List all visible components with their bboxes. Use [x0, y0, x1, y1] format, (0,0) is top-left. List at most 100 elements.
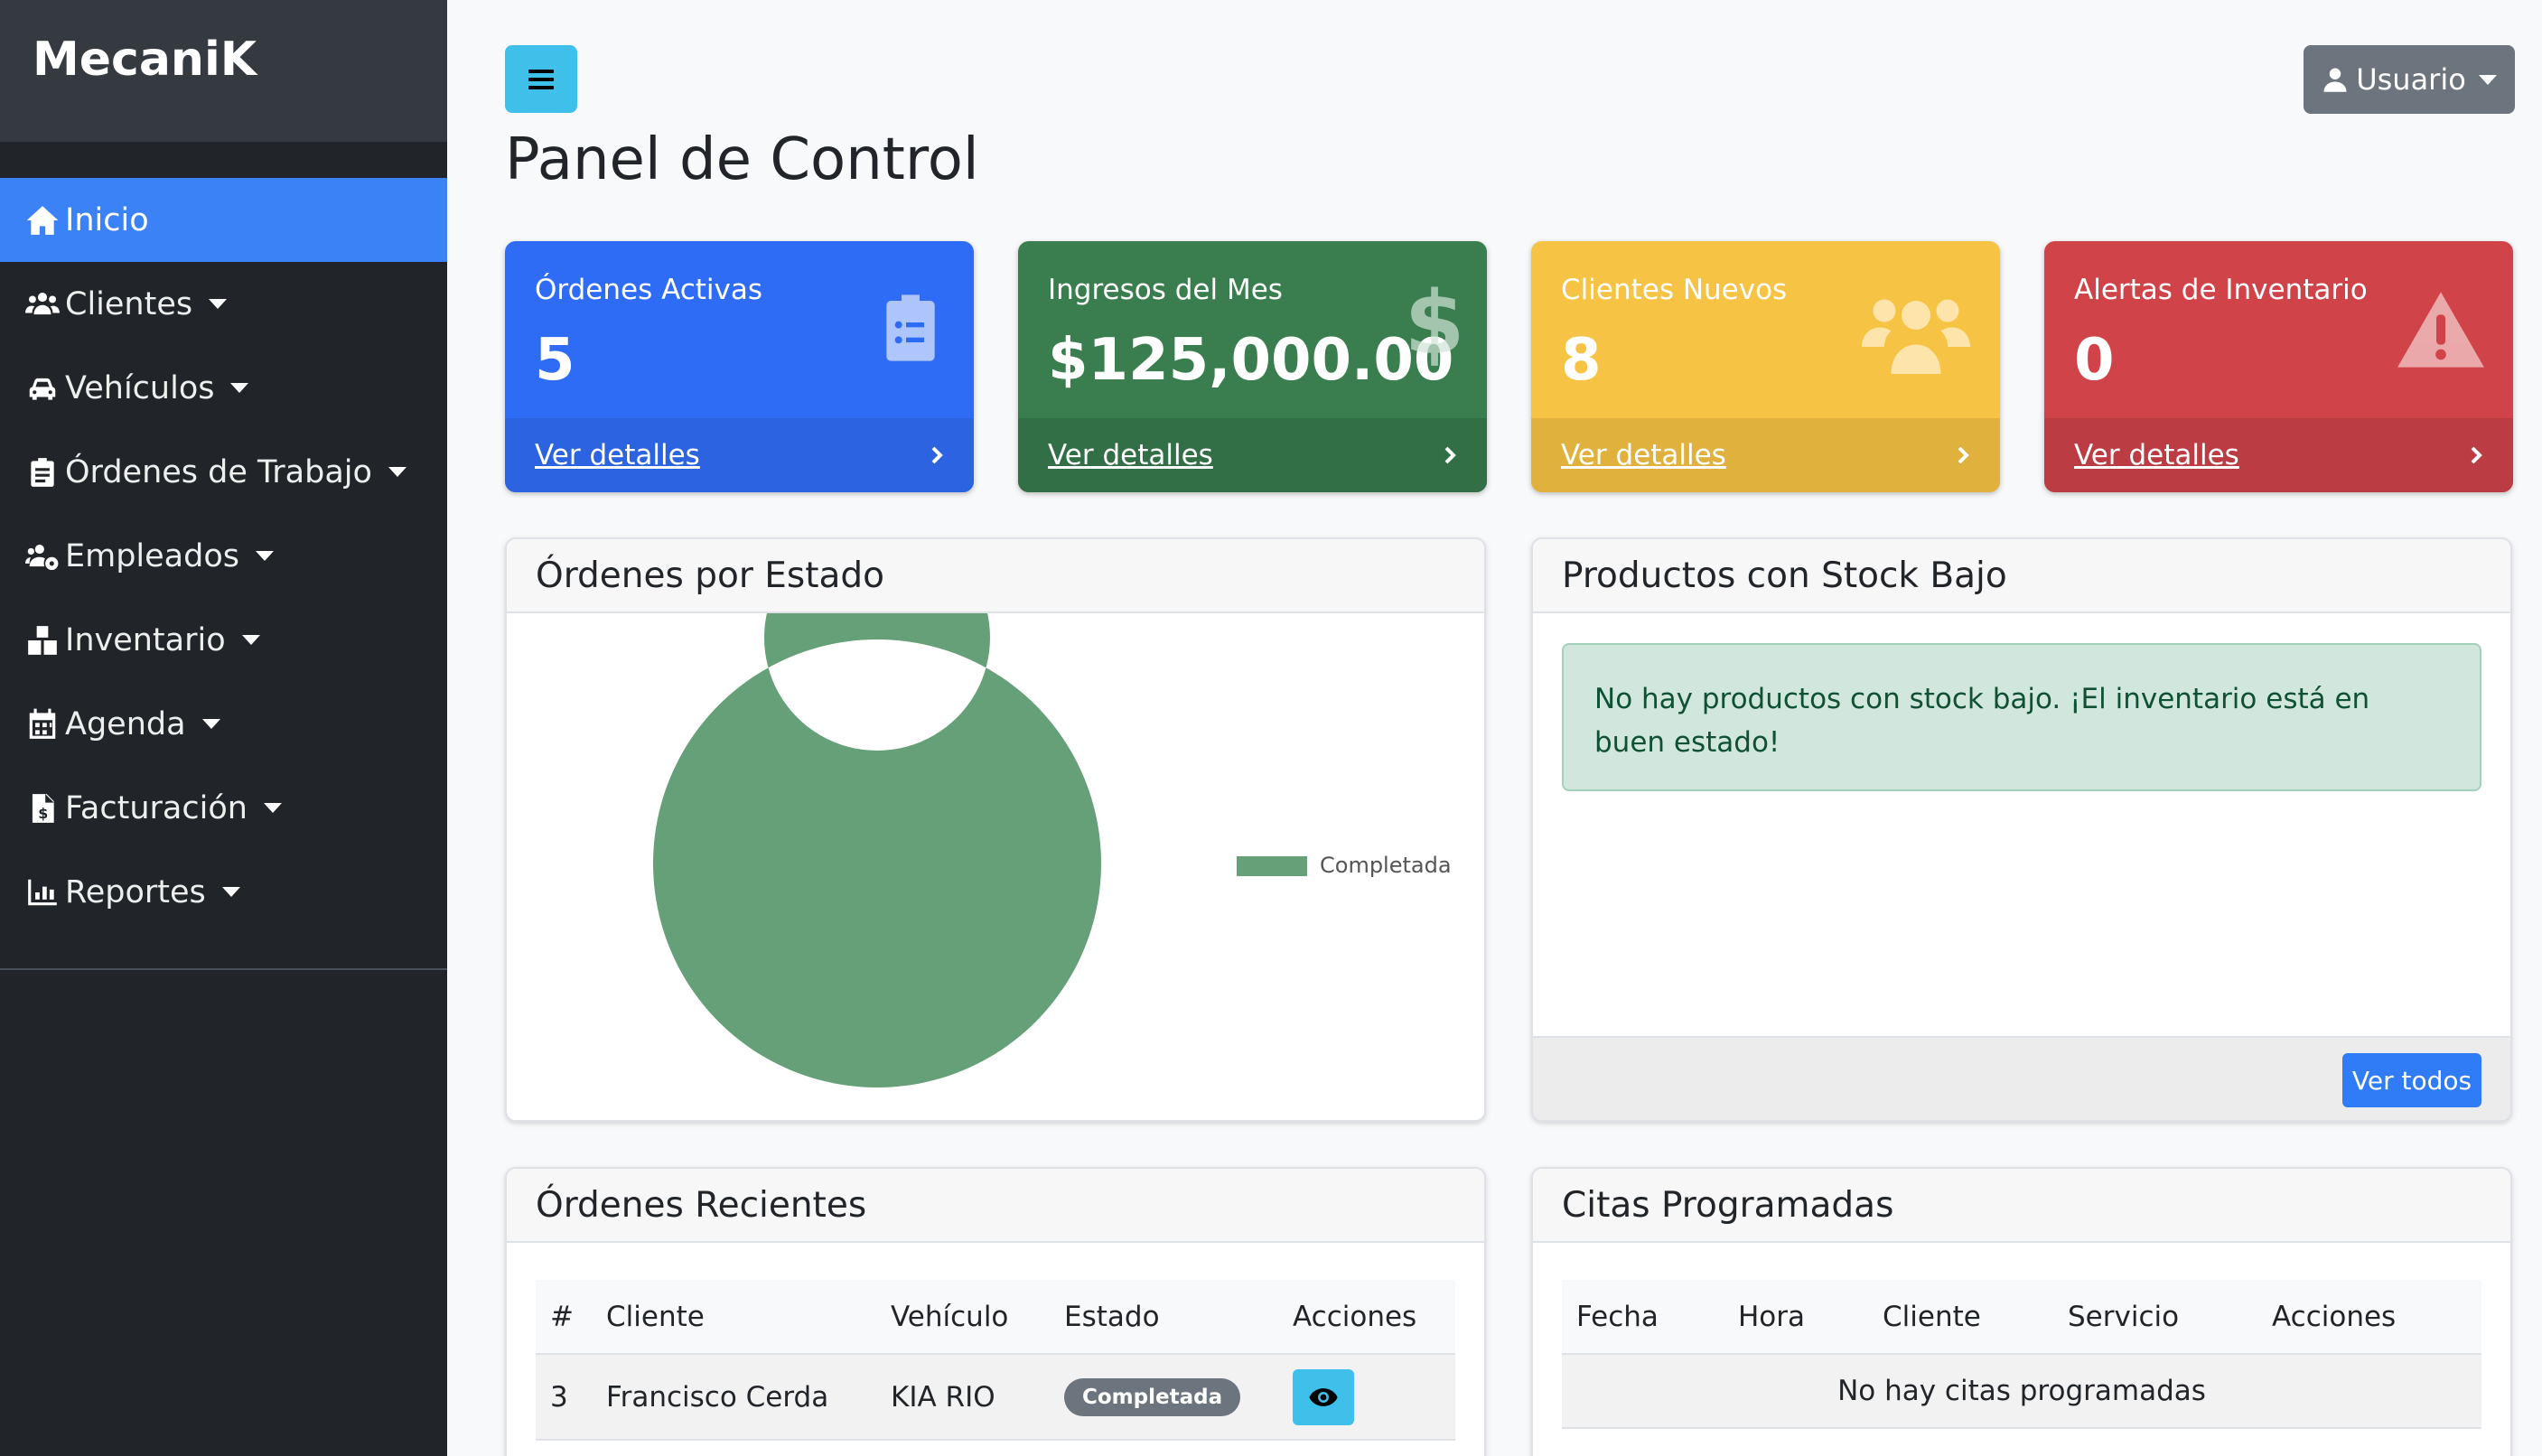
users-icon — [1861, 288, 1971, 382]
brand-logo[interactable]: MecaniK — [0, 0, 447, 142]
chevron-down-icon — [2478, 74, 2497, 85]
appointments-table: Fecha Hora Cliente Servicio Acciones No … — [1562, 1280, 2481, 1429]
car-icon — [22, 371, 63, 406]
column-header: Acciones — [1278, 1280, 1455, 1355]
stat-card-inventory-alerts: Alertas de Inventario 0 Ver detalles — [2044, 241, 2513, 492]
sidebar-item-agenda[interactable]: Agenda — [0, 682, 447, 766]
table-header-row: # Cliente Vehículo Estado Acciones — [536, 1280, 1455, 1355]
sidebar-item-inicio[interactable]: Inicio — [0, 178, 447, 262]
stat-value: 8 — [1561, 327, 1602, 394]
stat-value: 5 — [535, 327, 575, 394]
chevron-down-icon — [241, 635, 260, 645]
chevron-right-icon — [2471, 446, 2482, 464]
table-header-row: Fecha Hora Cliente Servicio Acciones — [1562, 1280, 2481, 1355]
user-menu-label: Usuario — [2356, 62, 2466, 97]
legend-swatch[interactable] — [1237, 856, 1307, 876]
card-title: Citas Programadas — [1533, 1169, 2510, 1243]
main-content: Usuario Panel de Control Órdenes Activas… — [447, 0, 2542, 1456]
status-badge: Completada — [1064, 1377, 1241, 1416]
stat-footer: Ver detalles — [1018, 418, 1487, 492]
calendar-icon — [22, 707, 63, 742]
low-stock-card: Productos con Stock Bajo No hay producto… — [1531, 537, 2512, 1122]
card-title: Productos con Stock Bajo — [1533, 539, 2510, 613]
column-header: Fecha — [1562, 1280, 1724, 1355]
warning-icon — [2396, 288, 2486, 375]
view-details-link[interactable]: Ver detalles — [1048, 439, 1213, 471]
empty-appointments-message: No hay citas programadas — [1562, 1354, 2481, 1429]
chevron-down-icon — [230, 383, 249, 393]
sidebar-item-empleados[interactable]: Empleados — [0, 514, 447, 598]
users-icon — [22, 287, 63, 322]
user-icon — [2323, 68, 2347, 92]
sidebar-item-clientes[interactable]: Clientes — [0, 262, 447, 346]
recent-orders-card: Órdenes Recientes # Cliente Vehículo Est… — [505, 1167, 1486, 1456]
stat-card-new-clients: Clientes Nuevos 8 Ver detalles — [1531, 241, 2000, 492]
view-details-link[interactable]: Ver detalles — [2074, 439, 2239, 471]
sidebar-item-label: Órdenes de Trabajo — [65, 453, 372, 490]
stat-label: Alertas de Inventario — [2074, 274, 2368, 306]
svg-text:$: $ — [1406, 277, 1463, 371]
sidebar-item-label: Reportes — [65, 873, 206, 910]
sidebar-item-label: Inicio — [65, 201, 149, 238]
clipboard-list-icon — [874, 285, 947, 375]
chevron-right-icon — [931, 446, 943, 464]
order-actions-cell — [1278, 1354, 1455, 1441]
stat-footer: Ver detalles — [1531, 418, 2000, 492]
stat-label: Clientes Nuevos — [1561, 274, 1788, 306]
legend-label[interactable]: Completada — [1320, 853, 1452, 878]
stat-label: Ingresos del Mes — [1048, 274, 1283, 306]
sidebar-item-facturacion[interactable]: $ Facturación — [0, 766, 447, 850]
column-header: Servicio — [2053, 1280, 2257, 1355]
column-header: Acciones — [2257, 1280, 2481, 1355]
sidebar-item-ordenes-de-trabajo[interactable]: Órdenes de Trabajo — [0, 430, 447, 514]
column-header: # — [536, 1280, 592, 1355]
view-order-button[interactable] — [1293, 1368, 1354, 1425]
sidebar-item-label: Inventario — [65, 621, 226, 658]
eye-icon — [1309, 1387, 1338, 1406]
user-menu-button[interactable]: Usuario — [2304, 45, 2515, 114]
chevron-right-icon — [1958, 446, 1969, 464]
order-id: 3 — [536, 1354, 592, 1441]
table-row: 3 Francisco Cerda KIA RIO Completada — [536, 1354, 1455, 1441]
column-header: Vehículo — [876, 1280, 1050, 1355]
column-header: Estado — [1050, 1280, 1278, 1355]
sidebar-item-inventario[interactable]: Inventario — [0, 598, 447, 682]
appointments-card: Citas Programadas Fecha Hora Cliente Ser… — [1531, 1167, 2512, 1456]
view-details-link[interactable]: Ver detalles — [535, 439, 700, 471]
sidebar-item-label: Empleados — [65, 537, 239, 574]
order-client: Francisco Cerda — [592, 1354, 876, 1441]
view-all-button[interactable]: Ver todos — [2342, 1053, 2481, 1107]
recent-orders-table: # Cliente Vehículo Estado Acciones 3 Fra… — [536, 1280, 1455, 1441]
page-title: Panel de Control — [505, 126, 979, 193]
order-vehicle: KIA RIO — [876, 1354, 1050, 1441]
chevron-down-icon — [256, 551, 274, 561]
chevron-down-icon — [221, 887, 240, 897]
view-details-link[interactable]: Ver detalles — [1561, 439, 1726, 471]
column-header: Cliente — [1868, 1280, 2053, 1355]
card-title: Órdenes por Estado — [507, 539, 1484, 613]
sidebar-item-reportes[interactable]: Reportes — [0, 850, 447, 934]
table-row: No hay citas programadas — [1562, 1354, 2481, 1429]
sidebar-item-label: Agenda — [65, 705, 186, 742]
column-header: Cliente — [592, 1280, 876, 1355]
stat-value: 0 — [2074, 327, 2115, 394]
boxes-icon — [22, 623, 63, 658]
sidebar: MecaniK Inicio Clientes Vehículos Órdene… — [0, 0, 447, 1456]
clipboard-icon — [22, 455, 63, 490]
card-title: Órdenes Recientes — [507, 1169, 1484, 1243]
sidebar-item-vehiculos[interactable]: Vehículos — [0, 346, 447, 430]
stat-card-active-orders: Órdenes Activas 5 Ver detalles — [505, 241, 974, 492]
sidebar-item-label: Vehículos — [65, 369, 215, 406]
hamburger-icon — [528, 69, 554, 89]
chart-icon — [22, 875, 63, 910]
orders-by-status-card: Órdenes por Estado Completada — [505, 537, 1486, 1122]
card-footer: Ver todos — [1533, 1036, 2510, 1120]
sidebar-toggle-button[interactable] — [505, 45, 577, 113]
chevron-down-icon — [388, 467, 407, 477]
invoice-icon: $ — [22, 791, 63, 826]
sidebar-nav: Inicio Clientes Vehículos Órdenes de Tra… — [0, 178, 447, 934]
sidebar-item-label: Facturación — [65, 789, 248, 826]
sidebar-divider — [0, 968, 447, 970]
order-status-cell: Completada — [1050, 1354, 1278, 1441]
stat-footer: Ver detalles — [2044, 418, 2513, 492]
